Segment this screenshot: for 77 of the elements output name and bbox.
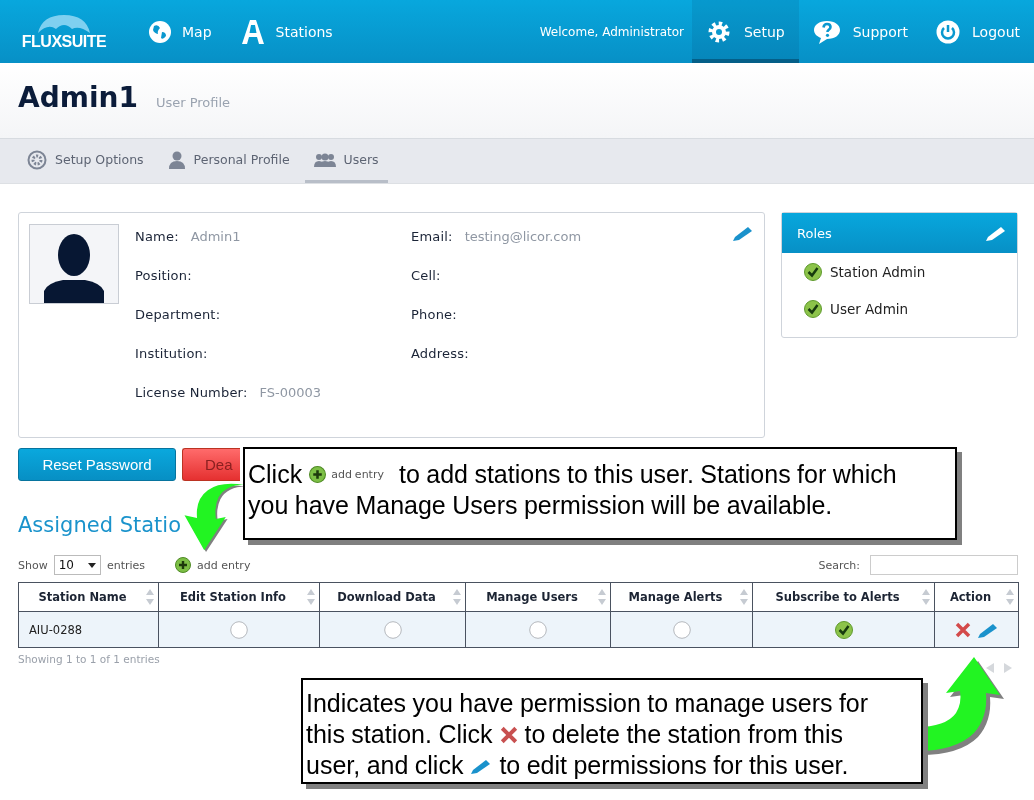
field-label: Name:: [135, 229, 179, 246]
globe-icon: [148, 19, 172, 44]
sort-icon: [307, 589, 315, 605]
sort-icon: [453, 589, 461, 605]
action-button[interactable]: Reset Password: [18, 448, 176, 481]
page-size-select[interactable]: 10: [53, 555, 101, 575]
role-label: User Admin: [830, 300, 909, 317]
nav-link[interactable]: Stations: [225, 0, 347, 63]
column-header[interactable]: Manage Alerts: [610, 582, 753, 612]
entries-label: entries: [106, 558, 146, 572]
plus-icon: [309, 466, 327, 483]
column-header[interactable]: Edit Station Info: [158, 582, 320, 612]
field-label: Position:: [135, 268, 192, 285]
nav-link[interactable]: Support: [798, 0, 923, 63]
caret-icon: [87, 562, 96, 568]
column-header[interactable]: Action: [934, 582, 1019, 612]
sort-icon: [146, 589, 154, 605]
welcome-text: Welcome, Administrator: [539, 24, 684, 39]
callout-text: to delete the station from this: [524, 719, 844, 750]
field-label: Cell:: [411, 268, 441, 285]
page-subtitle: User Profile: [155, 95, 231, 110]
settings-icon: [27, 149, 47, 170]
sort-icon: [1006, 589, 1014, 605]
callout-text: to add stations to this user. Stations for which: [398, 459, 897, 490]
nav-link[interactable]: Map: [134, 0, 226, 63]
column-header[interactable]: Station Name: [18, 582, 159, 612]
column-header[interactable]: Manage Users: [465, 582, 611, 612]
field-label: Email:: [411, 229, 453, 246]
delete-icon: [499, 725, 518, 744]
field-value: Admin1: [190, 229, 241, 246]
person-icon: [167, 150, 186, 169]
section-title: Assigned Statio: [18, 513, 182, 539]
edit-icon[interactable]: [976, 621, 999, 638]
tab[interactable]: Setup Options: [18, 139, 153, 183]
add-entry-link[interactable]: add entry: [175, 557, 251, 573]
edit-icon: [470, 757, 493, 774]
field-label: Department:: [135, 307, 221, 324]
search-field[interactable]: [870, 555, 1018, 575]
sort-icon: [598, 589, 606, 605]
edit-icon[interactable]: [732, 225, 754, 241]
search-label: Search:: [818, 558, 860, 572]
table-info: Showing 1 to 1 of 1 entries: [18, 653, 160, 667]
nav-link[interactable]: Logout: [922, 0, 1034, 63]
nav-link[interactable]: Setup: [691, 0, 799, 63]
tab[interactable]: Users: [304, 139, 388, 183]
field-value: testing@licor.com: [464, 229, 582, 246]
logo[interactable]: FLUXSUITE: [20, 12, 108, 51]
role-label: Station Admin: [830, 263, 926, 280]
field-label: License Number:: [135, 385, 248, 402]
plus-icon: [175, 557, 192, 573]
callout-text: Click: [248, 459, 303, 490]
callout-text: Indicates you have permission to manage users for: [306, 688, 869, 719]
callout-text: add entry: [331, 467, 384, 482]
curved-arrow-drawing: [184, 483, 246, 553]
logo-text: FLUXSUITE: [21, 32, 107, 51]
field-label: Address:: [411, 346, 469, 363]
callout-text: you have Manage Users permission will be available.: [248, 490, 833, 521]
table-cell: AIU-0288: [18, 611, 159, 648]
edit-icon[interactable]: [985, 225, 1007, 241]
power-icon: [936, 19, 961, 44]
field-label: Phone:: [411, 307, 457, 324]
column-header[interactable]: Download Data: [319, 582, 466, 612]
column-header[interactable]: Subscribe to Alerts: [752, 582, 935, 612]
callout-text: user, and click: [306, 750, 464, 781]
people-icon: [313, 152, 336, 167]
show-label: Show: [18, 558, 48, 572]
sort-icon: [922, 589, 930, 605]
callout-text: to edit permissions for this user.: [499, 750, 849, 781]
sort-icon: [740, 589, 748, 605]
field-value: FS-00003: [259, 385, 322, 402]
tab[interactable]: Personal Profile: [158, 139, 299, 183]
delete-icon[interactable]: [954, 621, 971, 638]
roles-title: Roles: [797, 225, 832, 241]
callout-text: this station. Click: [306, 719, 493, 750]
field-label: Institution:: [135, 346, 208, 363]
help-icon: [812, 18, 841, 45]
page-title: Admin1: [18, 81, 138, 114]
